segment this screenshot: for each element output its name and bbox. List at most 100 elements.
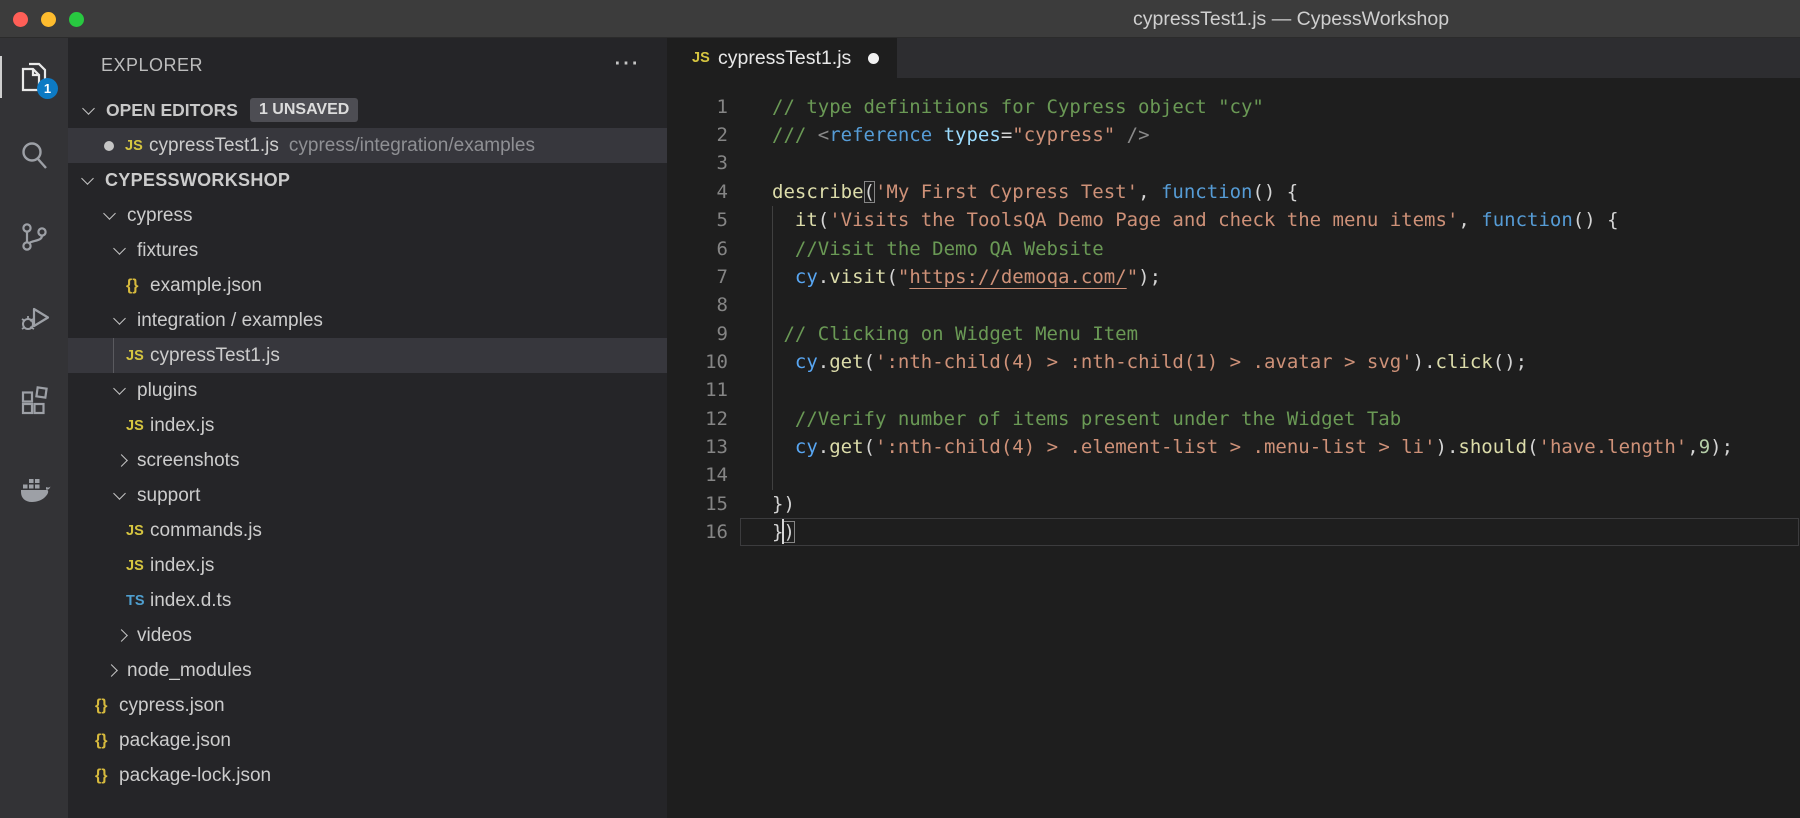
code-text: cy.get(':nth-child(4) > :nth-child(1) > … <box>794 350 1528 373</box>
explorer-title: EXPLORER <box>101 55 204 75</box>
code-text: }) <box>772 492 795 515</box>
tree-item-label: index.js <box>150 414 215 436</box>
modified-dot-icon <box>104 140 114 151</box>
line-number: 11 <box>705 379 728 402</box>
activity-bar: 1 <box>0 38 68 818</box>
tree-item-label: fixtures <box>137 239 199 261</box>
js-file-icon: JS <box>125 137 143 154</box>
code-line-1[interactable]: 1 // type definitions for Cypress object … <box>667 93 1800 121</box>
tab-cypresstest1[interactable]: JS cypressTest1.js <box>667 38 897 78</box>
tree-folder-node-modules[interactable]: node_modules <box>68 653 667 688</box>
line-number: 8 <box>716 294 728 317</box>
explorer-header: EXPLORER ⋯ <box>68 38 667 92</box>
run-debug-icon[interactable] <box>17 300 51 334</box>
code-editor[interactable]: 1 // type definitions for Cypress object … <box>667 78 1800 818</box>
code-line-4[interactable]: 4 describe('My First Cypress Test', funct… <box>667 178 1800 206</box>
line-number: 2 <box>716 124 728 147</box>
line-number: 14 <box>705 464 728 487</box>
workspace-root-label: CYPESSWORKSHOP <box>105 170 291 190</box>
code-line-10[interactable]: 10 cy.get(':nth-child(4) > :nth-child(1)… <box>667 348 1800 376</box>
code-line-15[interactable]: 15}) <box>667 490 1800 518</box>
code-line-2[interactable]: 2 /// <reference types="cypress" /> <box>667 121 1800 149</box>
code-line-16[interactable]: 16}) <box>667 518 1800 546</box>
chevron-down-icon <box>113 312 137 325</box>
code-line-13[interactable]: 13 cy.get(':nth-child(4) > .element-list… <box>667 433 1800 461</box>
tree-file-commands-js[interactable]: JS commands.js <box>68 513 667 548</box>
open-editors-label: OPEN EDITORS <box>106 99 238 120</box>
tree-folder-screenshots[interactable]: screenshots <box>68 443 667 478</box>
code-line-11[interactable]: 11 <box>667 376 1800 404</box>
more-actions-icon[interactable]: ⋯ <box>613 38 639 92</box>
code-line-6[interactable]: 6 //Visit the Demo QA Website <box>667 235 1800 263</box>
line-number: 12 <box>705 407 728 430</box>
json-file-icon: {} <box>95 696 108 714</box>
tab-label: cypressTest1.js <box>718 46 852 69</box>
extensions-icon[interactable] <box>17 383 51 417</box>
tab-bar: JS cypressTest1.js <box>667 38 1800 78</box>
code-line-5[interactable]: 5 it('Visits the ToolsQA Demo Page and c… <box>667 206 1800 234</box>
tree-item-label: index.js <box>150 554 215 576</box>
tree-file-package-json[interactable]: {} package.json <box>68 723 667 758</box>
code-line-8[interactable]: 8 <box>667 291 1800 319</box>
tree-item-label: plugins <box>137 379 198 401</box>
tree-file-package-lock-json[interactable]: {} package-lock.json <box>68 758 667 793</box>
docker-icon[interactable] <box>17 471 51 505</box>
chevron-right-icon <box>115 454 137 467</box>
code-line-3[interactable]: 3 <box>667 149 1800 177</box>
open-editor-item[interactable]: JS cypressTest1.js cypress/integration/e… <box>68 128 667 163</box>
tree-file-cypress-json[interactable]: {} cypress.json <box>68 688 667 723</box>
minimize-window-button[interactable] <box>41 12 56 27</box>
code-line-14[interactable]: 14 <box>667 461 1800 489</box>
tree-folder-integration-examples[interactable]: integration / examples <box>68 303 667 338</box>
tree-folder-fixtures[interactable]: fixtures <box>68 233 667 268</box>
text-cursor <box>782 519 784 544</box>
titlebar: cypressTest1.js — CypessWorkshop <box>0 0 1800 38</box>
source-control-icon[interactable] <box>17 220 51 254</box>
explorer-sidebar: EXPLORER ⋯ OPEN EDITORS 1 UNSAVED JS cyp… <box>68 38 667 818</box>
maximize-window-button[interactable] <box>69 12 84 27</box>
tree-file-cypresstest1-js[interactable]: JS cypressTest1.js <box>68 338 667 373</box>
open-editors-section[interactable]: OPEN EDITORS 1 UNSAVED <box>68 92 667 128</box>
tab-modified-dot-icon[interactable] <box>868 52 880 64</box>
tree-file-index-js[interactable]: JS index.js <box>68 408 667 443</box>
code-text: //Visit the Demo QA Website <box>794 237 1104 260</box>
code-line-7[interactable]: 7 cy.visit("https://demoqa.com/"); <box>667 263 1800 291</box>
js-file-icon: JS <box>126 522 144 539</box>
tree-folder-plugins[interactable]: plugins <box>68 373 667 408</box>
chevron-down-icon <box>113 382 137 395</box>
close-window-button[interactable] <box>13 12 28 27</box>
unsaved-count-badge: 1 UNSAVED <box>249 98 359 122</box>
files-icon[interactable]: 1 <box>0 56 58 99</box>
workspace-root-folder[interactable]: CYPESSWORKSHOP <box>68 163 667 198</box>
search-icon[interactable] <box>17 138 51 172</box>
code-line-9[interactable]: 9 // Clicking on Widget Menu Item <box>667 320 1800 348</box>
line-number: 3 <box>716 152 728 175</box>
tree-folder-support[interactable]: support <box>68 478 667 513</box>
tree-file-example-json[interactable]: {} example.json <box>68 268 667 303</box>
line-number: 5 <box>716 209 728 232</box>
js-file-icon: JS <box>692 50 710 66</box>
tree-folder-videos[interactable]: videos <box>68 618 667 653</box>
js-file-icon: JS <box>126 347 144 364</box>
tree-item-label: cypressTest1.js <box>150 344 280 366</box>
code-line-12[interactable]: 12 //Verify number of items present unde… <box>667 405 1800 433</box>
tree-item-label: cypress <box>127 204 193 226</box>
code-text: }) <box>772 520 795 543</box>
tree-file-index-js[interactable]: JS index.js <box>68 548 667 583</box>
tree-item-label: integration / examples <box>137 309 323 331</box>
line-number: 13 <box>705 435 728 458</box>
tree-item-label: screenshots <box>137 449 240 471</box>
js-file-icon: JS <box>126 557 144 574</box>
chevron-down-icon <box>113 242 137 255</box>
tree-item-label: index.d.ts <box>150 589 232 611</box>
line-number: 1 <box>716 95 728 118</box>
tree-folder-cypress[interactable]: cypress <box>68 198 667 233</box>
tree-item-label: commands.js <box>150 519 262 541</box>
chevron-down-icon <box>103 207 127 220</box>
json-file-icon: {} <box>95 766 108 784</box>
tree-item-label: cypress.json <box>119 694 225 716</box>
code-text: cy.visit("https://demoqa.com/"); <box>794 265 1162 288</box>
tree-file-index-d-ts[interactable]: TS index.d.ts <box>68 583 667 618</box>
